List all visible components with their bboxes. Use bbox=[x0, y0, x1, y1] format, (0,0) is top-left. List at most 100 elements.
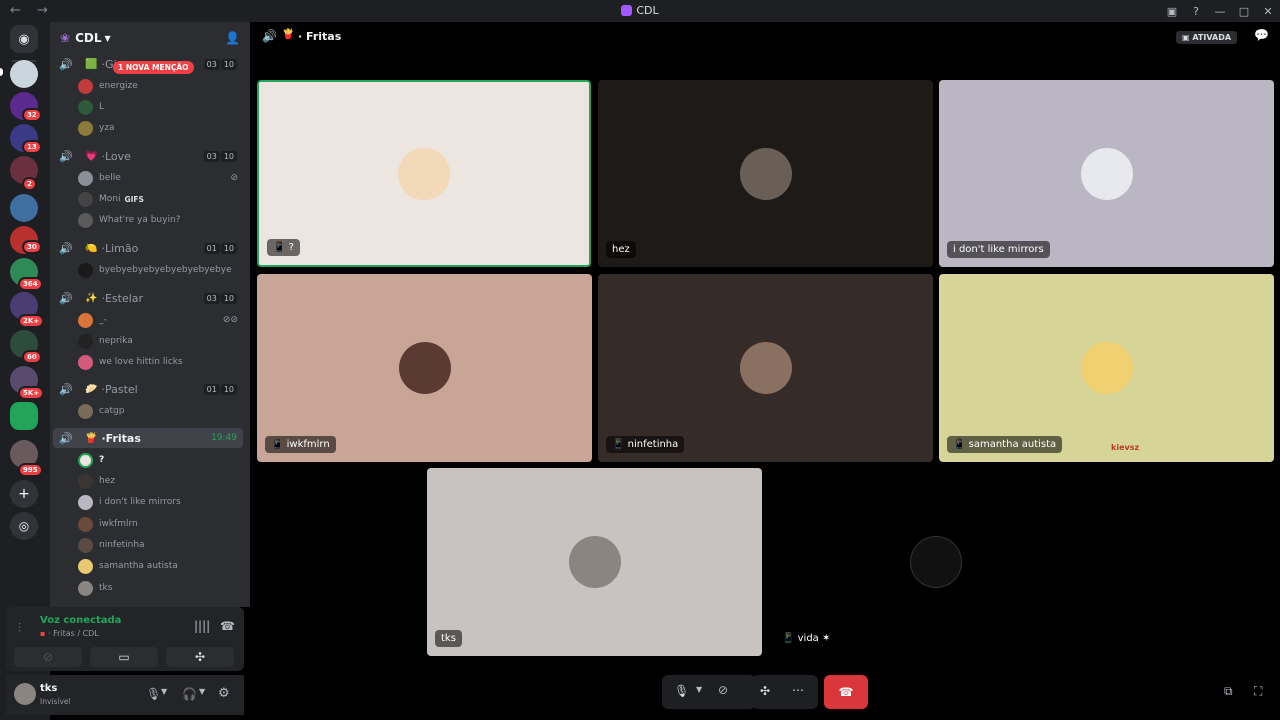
voice-user[interactable]: L bbox=[78, 98, 104, 116]
voice-user[interactable]: _- ⊘⊘ bbox=[78, 311, 238, 329]
avatar bbox=[78, 403, 93, 419]
discord-home-icon[interactable]: ◉ bbox=[10, 25, 38, 53]
call-channel-title: · Fritas bbox=[298, 30, 342, 43]
voice-user[interactable]: neprika bbox=[78, 332, 133, 350]
participant-tile[interactable]: 📱 ninfetinha bbox=[598, 274, 933, 462]
voice-channel-limao[interactable]: 🔊 🍋 · Limão 01 10 bbox=[53, 238, 243, 258]
noise-suppression-icon[interactable]: |||| bbox=[194, 619, 210, 633]
user-limit: 10 bbox=[220, 242, 237, 254]
channel-emoji: 🍟 bbox=[282, 29, 295, 40]
gear-icon[interactable]: ⚙ bbox=[218, 686, 230, 701]
explore-icon[interactable]: ◎ bbox=[10, 512, 38, 540]
voice-user[interactable]: ninfetinha bbox=[78, 536, 145, 554]
leave-call-button[interactable]: ☎ bbox=[824, 675, 868, 709]
screen-share-button[interactable]: ▭ bbox=[90, 647, 158, 667]
voice-user[interactable]: tks bbox=[78, 579, 112, 597]
voice-user[interactable]: ? bbox=[78, 451, 104, 469]
user-status: Invisível bbox=[40, 697, 71, 706]
maximize-icon[interactable]: □ bbox=[1232, 5, 1256, 18]
voice-user[interactable]: belle ⊘ bbox=[78, 169, 238, 187]
user-name: hez bbox=[99, 476, 115, 486]
user-name: L bbox=[99, 102, 105, 112]
participant-tile[interactable]: 📱 samantha autista kievsz bbox=[939, 274, 1274, 462]
voice-channel-pastel[interactable]: 🔊 🥟 · Pastel 01 10 bbox=[53, 379, 243, 399]
user-name: yza bbox=[99, 123, 115, 133]
overlay-text: kievsz bbox=[1111, 443, 1140, 452]
add-server-icon[interactable]: + bbox=[10, 480, 38, 508]
mic-camera-group: 🎙 ▼ ⊘ bbox=[662, 675, 756, 709]
camera-off-icon[interactable]: ⊘ bbox=[718, 683, 728, 697]
headphones-icon[interactable]: 🎧 bbox=[182, 687, 197, 701]
server-icon[interactable] bbox=[10, 402, 38, 430]
voice-channel-fritas[interactable]: 🔊 🍟 · Fritas 19:49 bbox=[53, 428, 243, 448]
participant-tile[interactable]: 📱 ? bbox=[257, 80, 591, 267]
voice-user[interactable]: samantha autista bbox=[78, 557, 178, 575]
voice-user[interactable]: hez bbox=[78, 472, 115, 490]
participant-tile[interactable]: 📱 vida ✶ bbox=[768, 468, 1103, 656]
close-icon[interactable]: ✕ bbox=[1256, 5, 1280, 18]
user-count: 01 bbox=[203, 383, 220, 395]
voice-user[interactable]: catgp bbox=[78, 402, 124, 420]
user-name: ? bbox=[99, 455, 105, 465]
add-member-icon[interactable]: 👤 bbox=[225, 31, 240, 45]
activities-button[interactable]: ✣ bbox=[166, 647, 234, 667]
server-badge: 32 bbox=[22, 108, 42, 122]
avatar[interactable] bbox=[14, 683, 36, 705]
microphone-icon[interactable]: 🎙 bbox=[146, 687, 161, 701]
activities-icon[interactable]: ✣ bbox=[760, 684, 770, 698]
server-icon[interactable] bbox=[10, 194, 38, 222]
minimize-icon[interactable]: — bbox=[1208, 5, 1232, 18]
user-name: tks bbox=[99, 583, 113, 593]
voice-user[interactable]: Moni GIFS bbox=[78, 190, 144, 208]
disconnect-icon[interactable]: ☎ bbox=[220, 619, 235, 633]
participant-name: 📱 ninfetinha bbox=[606, 436, 685, 453]
voice-location[interactable]: ▪ · Fritas / CDL bbox=[40, 629, 99, 638]
deafened-icon: ⊘⊘ bbox=[222, 315, 238, 325]
user-name: i don't like mirrors bbox=[99, 497, 181, 507]
voice-channel-love[interactable]: 🔊 💗 · Love 03 10 bbox=[53, 146, 243, 166]
avatar bbox=[398, 147, 450, 200]
participant-tile[interactable]: 📱 iwkfmlrn bbox=[257, 274, 592, 462]
user-name[interactable]: tks bbox=[40, 683, 57, 694]
chevron-down-icon[interactable]: ▼ bbox=[199, 687, 205, 696]
server-badge: 364 bbox=[18, 277, 43, 291]
window-title: CDL bbox=[0, 4, 1280, 17]
chevron-down-icon[interactable]: ▼ bbox=[161, 687, 167, 696]
avatar bbox=[739, 342, 792, 394]
window-title-text: CDL bbox=[636, 4, 659, 17]
avatar bbox=[1080, 147, 1133, 200]
voice-user[interactable]: byebyebyebyebyebyebyebye bbox=[78, 261, 232, 279]
avatar bbox=[78, 354, 93, 370]
guild-header[interactable]: ❀ CDL ▼ 👤 bbox=[50, 22, 250, 54]
avatar bbox=[78, 78, 93, 94]
inbox-icon[interactable]: ▣ bbox=[1160, 5, 1184, 18]
voice-channel-estelar[interactable]: 🔊 ✨ · Estelar 03 10 bbox=[53, 288, 243, 308]
help-icon[interactable]: ? bbox=[1184, 5, 1208, 18]
server-icon[interactable] bbox=[10, 60, 38, 88]
voice-user[interactable]: iwkfmlrn bbox=[78, 515, 138, 533]
voice-user[interactable]: What're ya buyin? bbox=[78, 211, 180, 229]
chevron-down-icon[interactable]: ▼ bbox=[696, 685, 702, 694]
participant-tile[interactable]: i don't like mirrors bbox=[939, 80, 1274, 267]
voice-user[interactable]: we love hittin licks bbox=[78, 353, 183, 371]
title-bar: ← → CDL ▣ ? — □ ✕ bbox=[0, 0, 1280, 22]
participant-tile[interactable]: hez bbox=[598, 80, 933, 267]
more-options-icon[interactable]: ⋯ bbox=[792, 683, 804, 697]
voice-user[interactable]: energize bbox=[78, 77, 138, 95]
camera-toggle-button[interactable]: ⊘ bbox=[14, 647, 82, 667]
popout-icon[interactable]: ⧉ bbox=[1224, 684, 1233, 699]
voice-user[interactable]: yza bbox=[78, 119, 115, 137]
fullscreen-icon[interactable]: ⛶ bbox=[1254, 684, 1262, 699]
voice-status[interactable]: Voz conectada bbox=[40, 615, 121, 626]
speaker-icon: 🔊 bbox=[59, 241, 73, 255]
user-limit: 10 bbox=[220, 150, 237, 162]
voice-user[interactable]: i don't like mirrors bbox=[78, 493, 181, 511]
microphone-icon[interactable]: 🎙 bbox=[674, 684, 689, 698]
server-badge: 30 bbox=[22, 240, 42, 254]
participant-tile[interactable]: tks bbox=[427, 468, 762, 656]
chat-icon[interactable]: 💬 bbox=[1254, 28, 1269, 42]
activity-badge[interactable]: ▣ ATIVADA bbox=[1176, 31, 1238, 44]
mention-badge[interactable]: 1 NOVA MENÇÃO bbox=[113, 61, 194, 74]
user-name: neprika bbox=[99, 336, 133, 346]
avatar bbox=[78, 312, 93, 328]
